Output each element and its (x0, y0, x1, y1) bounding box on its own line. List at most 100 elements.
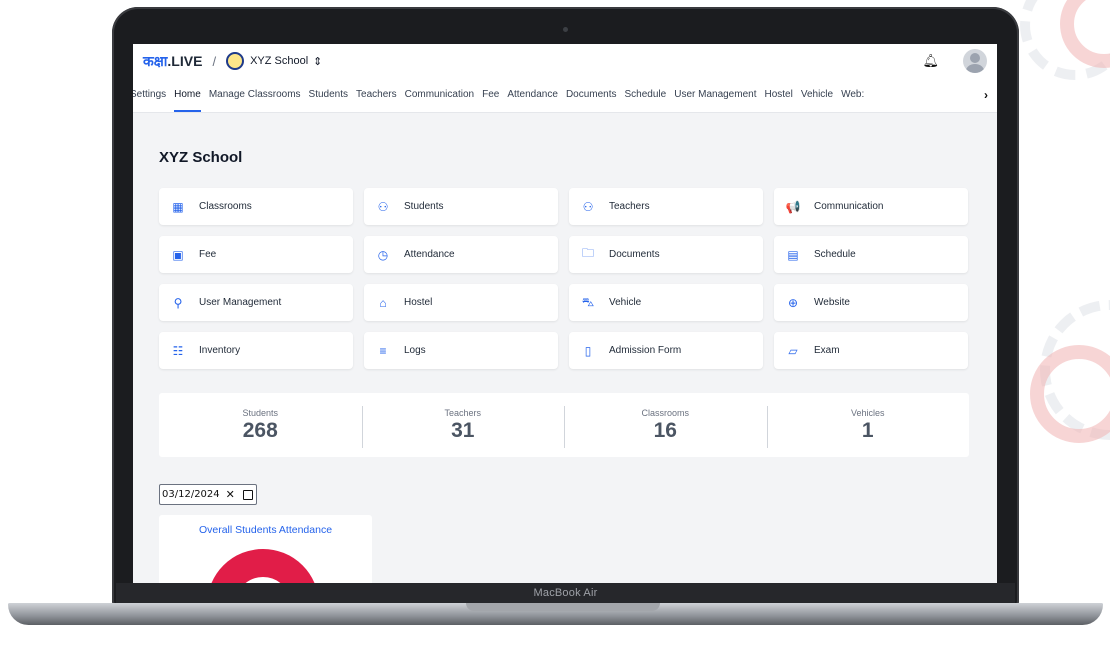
clipboard-icon: ▯ (584, 343, 592, 358)
school-switcher[interactable]: XYZ School ⇕ (226, 52, 322, 70)
module-label: Schedule (814, 249, 856, 260)
stat-value: 268 (242, 418, 278, 442)
camera-icon (563, 27, 568, 32)
top-bar: कक्षा .LIVE / XYZ School ⇕ 🔔︎ (133, 44, 997, 78)
tab-web[interactable]: Web: (837, 78, 868, 112)
module-label: Logs (404, 345, 426, 356)
clock-icon: ◷ (377, 247, 389, 262)
module-students-button[interactable]: ⚇ Students (364, 188, 558, 225)
module-grid: ▦ Classrooms ⚇ Students ⚇ Teachers 📢 Communicat… (159, 188, 969, 369)
search-list-icon: ≡ (379, 343, 387, 358)
attendance-card: Overall Students Attendance (159, 515, 372, 583)
module-label: Vehicle (609, 297, 642, 308)
brand-logo[interactable]: कक्षा .LIVE (143, 52, 202, 71)
inventory-icon: ☷ (172, 343, 184, 358)
module-user-management-button[interactable]: ⚲ User Management (159, 284, 353, 321)
car-icon: ⛍ (581, 294, 595, 309)
module-teachers-button[interactable]: ⚇ Teachers (569, 188, 763, 225)
chevron-updown-icon: ⇕ (313, 55, 323, 68)
stat-value: 1 (861, 418, 874, 442)
calendar-icon: ▤ (787, 247, 799, 262)
laptop-bezel: MacBook Air (116, 583, 1015, 605)
module-communication-button[interactable]: 📢 Communication (774, 188, 968, 225)
tab-attendance[interactable]: Attendance (503, 78, 562, 112)
user-avatar-icon[interactable] (963, 49, 987, 73)
module-classrooms-button[interactable]: ▦ Classrooms (159, 188, 353, 225)
module-label: Admission Form (609, 345, 682, 356)
tab-documents[interactable]: Documents (562, 78, 621, 112)
school-logo-icon (226, 52, 245, 70)
building-icon: ▦ (172, 199, 184, 214)
date-value: 03/12/2024 (162, 489, 220, 500)
user-settings-icon: ⚲ (173, 295, 183, 310)
attendance-title: Overall Students Attendance (198, 524, 333, 536)
tab-communication[interactable]: Communication (401, 78, 478, 112)
stat-label: Students (242, 407, 279, 418)
date-filter[interactable]: 03/12/2024 ✕ (159, 484, 257, 505)
module-label: Fee (199, 249, 217, 260)
tab-settings[interactable]: Settings (133, 78, 170, 112)
stat-classrooms: Classrooms 16 (564, 405, 767, 448)
module-fee-button[interactable]: ▣ Fee (159, 236, 353, 273)
home-icon: ⌂ (379, 295, 387, 310)
module-hostel-button[interactable]: ⌂ Hostel (364, 284, 558, 321)
module-label: Exam (814, 345, 840, 356)
tab-students[interactable]: Students (305, 78, 352, 112)
stat-label: Teachers (444, 407, 482, 418)
tab-home[interactable]: Home (170, 78, 205, 112)
stat-vehicles: Vehicles 1 (766, 405, 970, 448)
stat-value: 16 (653, 418, 677, 442)
tab-manage-classrooms[interactable]: Manage Classrooms (205, 78, 305, 112)
users-icon: ⚇ (377, 199, 389, 214)
module-schedule-button[interactable]: ▤ Schedule (774, 236, 968, 273)
tab-hostel[interactable]: Hostel (760, 78, 796, 112)
module-label: Students (404, 201, 444, 212)
breadcrumb-separator: / (212, 53, 217, 69)
module-label: Attendance (404, 249, 455, 260)
module-label: Classrooms (199, 201, 252, 212)
device-label: MacBook Air (533, 587, 598, 599)
tab-user-management[interactable]: User Management (670, 78, 760, 112)
chevron-right-icon[interactable]: › (975, 78, 997, 112)
clear-date-icon[interactable]: ✕ (226, 488, 235, 501)
module-vehicle-button[interactable]: ⛍ Vehicle (569, 284, 763, 321)
module-label: Inventory (199, 345, 241, 356)
module-attendance-button[interactable]: ◷ Attendance (364, 236, 558, 273)
module-label: Hostel (404, 297, 433, 308)
app-screen: कक्षा .LIVE / XYZ School ⇕ 🔔︎ Settings Ho… (133, 44, 997, 583)
stat-students: Students 268 (159, 408, 362, 443)
tab-vehicle[interactable]: Vehicle (797, 78, 837, 112)
tab-fee[interactable]: Fee (478, 78, 503, 112)
users-icon: ⚇ (582, 199, 594, 214)
module-label: Teachers (609, 201, 650, 212)
nav-tabs: Settings Home Manage Classrooms Students Tea… (133, 78, 997, 113)
module-admission-form-button[interactable]: ▯ Admission Form (569, 332, 763, 369)
module-label: Website (814, 297, 850, 308)
brand-name-devanagari: कक्षा (143, 52, 168, 69)
stats-panel: Students 268 Teachers 31 Classrooms 16 Vehicle… (159, 393, 969, 457)
module-website-button[interactable]: ⊕ Website (774, 284, 968, 321)
module-exam-button[interactable]: ▱ Exam (774, 332, 968, 369)
globe-icon: ⊕ (787, 295, 799, 310)
bell-icon[interactable]: 🔔︎ (922, 53, 939, 69)
attendance-donut (207, 549, 319, 583)
module-documents-button[interactable]: 🗀 Documents (569, 236, 763, 273)
page-title: XYZ School (159, 149, 243, 166)
calendar-icon[interactable] (242, 489, 253, 500)
document-edit-icon: ▱ (788, 343, 798, 358)
tab-teachers[interactable]: Teachers (352, 78, 401, 112)
module-logs-button[interactable]: ≡ Logs (364, 332, 558, 369)
megaphone-icon: 📢 (785, 199, 801, 214)
school-name: XYZ School (250, 55, 309, 67)
module-label: Documents (609, 249, 660, 260)
money-icon: ▣ (172, 247, 184, 262)
stat-teachers: Teachers 31 (361, 405, 565, 448)
module-label: Communication (814, 201, 884, 212)
laptop-notch (466, 603, 660, 611)
module-label: User Management (199, 297, 282, 308)
tab-schedule[interactable]: Schedule (621, 78, 671, 112)
module-inventory-button[interactable]: ☷ Inventory (159, 332, 353, 369)
stat-label: Vehicles (850, 407, 885, 418)
folder-icon: 🗀 (581, 246, 594, 260)
stat-label: Classrooms (641, 407, 689, 418)
